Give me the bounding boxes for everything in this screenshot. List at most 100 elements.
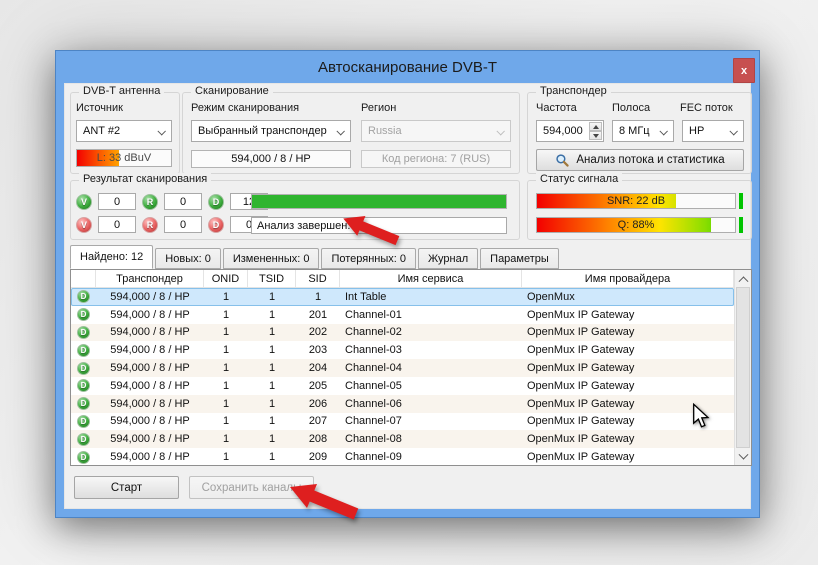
lost-v-count: 0 [98,216,136,233]
cell-onid: 1 [204,326,248,338]
close-icon: x [741,65,747,77]
region-code-field: Код региона: 7 (RUS) [361,150,511,168]
title-bar[interactable]: Автосканирование DVB-T [56,51,759,83]
snr-bar: SNR: 22 dB [536,193,736,209]
cell-onid: 1 [204,433,248,445]
cell-service: Int Table [340,291,522,303]
signal-level-text: L: 33 dBuV [77,150,171,166]
scroll-down-icon[interactable] [735,449,751,465]
cell-onid: 1 [204,362,248,374]
frequency-stepper[interactable]: 594,000 [536,120,604,142]
table-row[interactable]: D594,000 / 8 / HP11206Channel-06OpenMux … [71,395,734,413]
group-transponder: Транспондер Частота Полоса FEC поток 594… [527,92,752,174]
service-d-icon: D [77,379,90,392]
analyze-stream-button[interactable]: Анализ потока и статистика [536,149,744,171]
group-result-title: Результат сканирования [79,173,211,185]
lost-r-count: 0 [164,216,202,233]
stepper-up-icon[interactable] [589,122,602,131]
mouse-cursor [692,403,711,429]
group-scan: Сканирование Режим сканирования Выбранны… [182,92,520,174]
cell-transponder: 594,000 / 8 / HP [96,362,204,374]
scan-mode-select[interactable]: Выбранный транспондер [191,120,351,142]
antenna-source-select[interactable]: ANT #2 [76,120,172,142]
group-antenna: DVB-T антенна Источник ANT #2 L: 33 dBuV [70,92,180,174]
service-d-icon: D [77,308,90,321]
cell-tsid: 1 [248,291,296,303]
scrollbar-thumb[interactable] [736,287,750,448]
service-d-icon: D [77,344,90,357]
stepper-buttons[interactable] [589,122,602,140]
scan-mode-label: Режим сканирования [191,102,299,114]
chevron-down-icon [659,127,667,135]
cell-provider: OpenMux IP Gateway [522,433,734,445]
service-d-icon: D [77,433,90,446]
tab-found[interactable]: Найдено: 12 [70,245,153,269]
cell-onid: 1 [204,291,248,303]
window-title: Автосканирование DVB-T [318,59,497,76]
fec-select[interactable]: HP [682,120,744,142]
annotation-arrow-save [285,477,365,525]
band-value: 8 МГц [619,125,650,137]
tab-journal[interactable]: Журнал [418,248,478,269]
cell-sid: 206 [296,398,340,410]
scan-mode-value: Выбранный транспондер [198,125,327,137]
found-r-count: 0 [164,193,202,210]
column-header-4: SID [296,270,340,287]
freq-label: Частота [536,102,577,114]
stepper-down-icon[interactable] [589,131,602,140]
lost-v-icon: V [76,217,92,233]
cell-tsid: 1 [248,451,296,463]
table-row[interactable]: D594,000 / 8 / HP11203Channel-03OpenMux … [71,341,734,359]
cell-transponder: 594,000 / 8 / HP [96,415,204,427]
cell-transponder: 594,000 / 8 / HP [96,326,204,338]
table-row[interactable]: D594,000 / 8 / HP11209Channel-09OpenMux … [71,448,734,465]
band-select[interactable]: 8 МГц [612,120,674,142]
cell-sid: 1 [296,291,340,303]
tab-lost[interactable]: Потерянных: 0 [321,248,416,269]
table-row[interactable]: D594,000 / 8 / HP11201Channel-01OpenMux … [71,306,734,324]
cell-tsid: 1 [248,415,296,427]
cell-transponder: 594,000 / 8 / HP [96,291,204,303]
service-d-icon: D [77,290,90,303]
cell-tsid: 1 [248,309,296,321]
quality-bar: Q: 88% [536,217,736,233]
table-row[interactable]: D594,000 / 8 / HP11202Channel-02OpenMux … [71,324,734,342]
scroll-up-icon[interactable] [735,270,751,286]
channels-table: ТранспондерONIDTSIDSIDИмя сервисаИмя про… [70,269,752,466]
quality-text: Q: 88% [537,218,735,232]
close-button[interactable]: x [733,58,755,83]
start-button[interactable]: Старт [74,476,179,499]
antenna-source-value: ANT #2 [83,125,120,137]
region-label: Регион [361,102,396,114]
chevron-down-icon [496,127,504,135]
group-result: Результат сканирования V0R0D12 V0R0D0 Ан… [70,180,520,240]
annotation-arrow-status [340,210,404,250]
tab-new[interactable]: Новых: 0 [155,248,221,269]
cell-sid: 202 [296,326,340,338]
frequency-value: 594,000 [543,125,583,137]
region-value: Russia [368,125,402,137]
table-row[interactable]: D594,000 / 8 / HP11207Channel-07OpenMux … [71,413,734,431]
signal-level-bar: L: 33 dBuV [76,149,172,167]
cell-tsid: 1 [248,398,296,410]
lost-d-icon: D [208,217,224,233]
column-header-6: Имя провайдера [522,270,734,287]
tab-parameters[interactable]: Параметры [480,248,559,269]
cell-service: Channel-03 [340,344,522,356]
cell-sid: 207 [296,415,340,427]
found-v-icon: V [76,194,92,210]
table-row[interactable]: D594,000 / 8 / HP11204Channel-04OpenMux … [71,359,734,377]
service-d-icon: D [77,362,90,375]
cell-tsid: 1 [248,344,296,356]
cell-onid: 1 [204,380,248,392]
table-row[interactable]: D594,000 / 8 / HP11205Channel-05OpenMux … [71,377,734,395]
table-row[interactable]: D594,000 / 8 / HP111Int TableOpenMux [71,288,734,306]
cell-sid: 209 [296,451,340,463]
table-row[interactable]: D594,000 / 8 / HP11208Channel-08OpenMux … [71,430,734,448]
cell-onid: 1 [204,344,248,356]
group-signal: Статус сигнала SNR: 22 dB Q: 88% [527,180,752,240]
cell-onid: 1 [204,398,248,410]
vertical-scrollbar[interactable] [734,270,751,465]
lost-r-icon: R [142,217,158,233]
tab-changed[interactable]: Измененных: 0 [223,248,320,269]
